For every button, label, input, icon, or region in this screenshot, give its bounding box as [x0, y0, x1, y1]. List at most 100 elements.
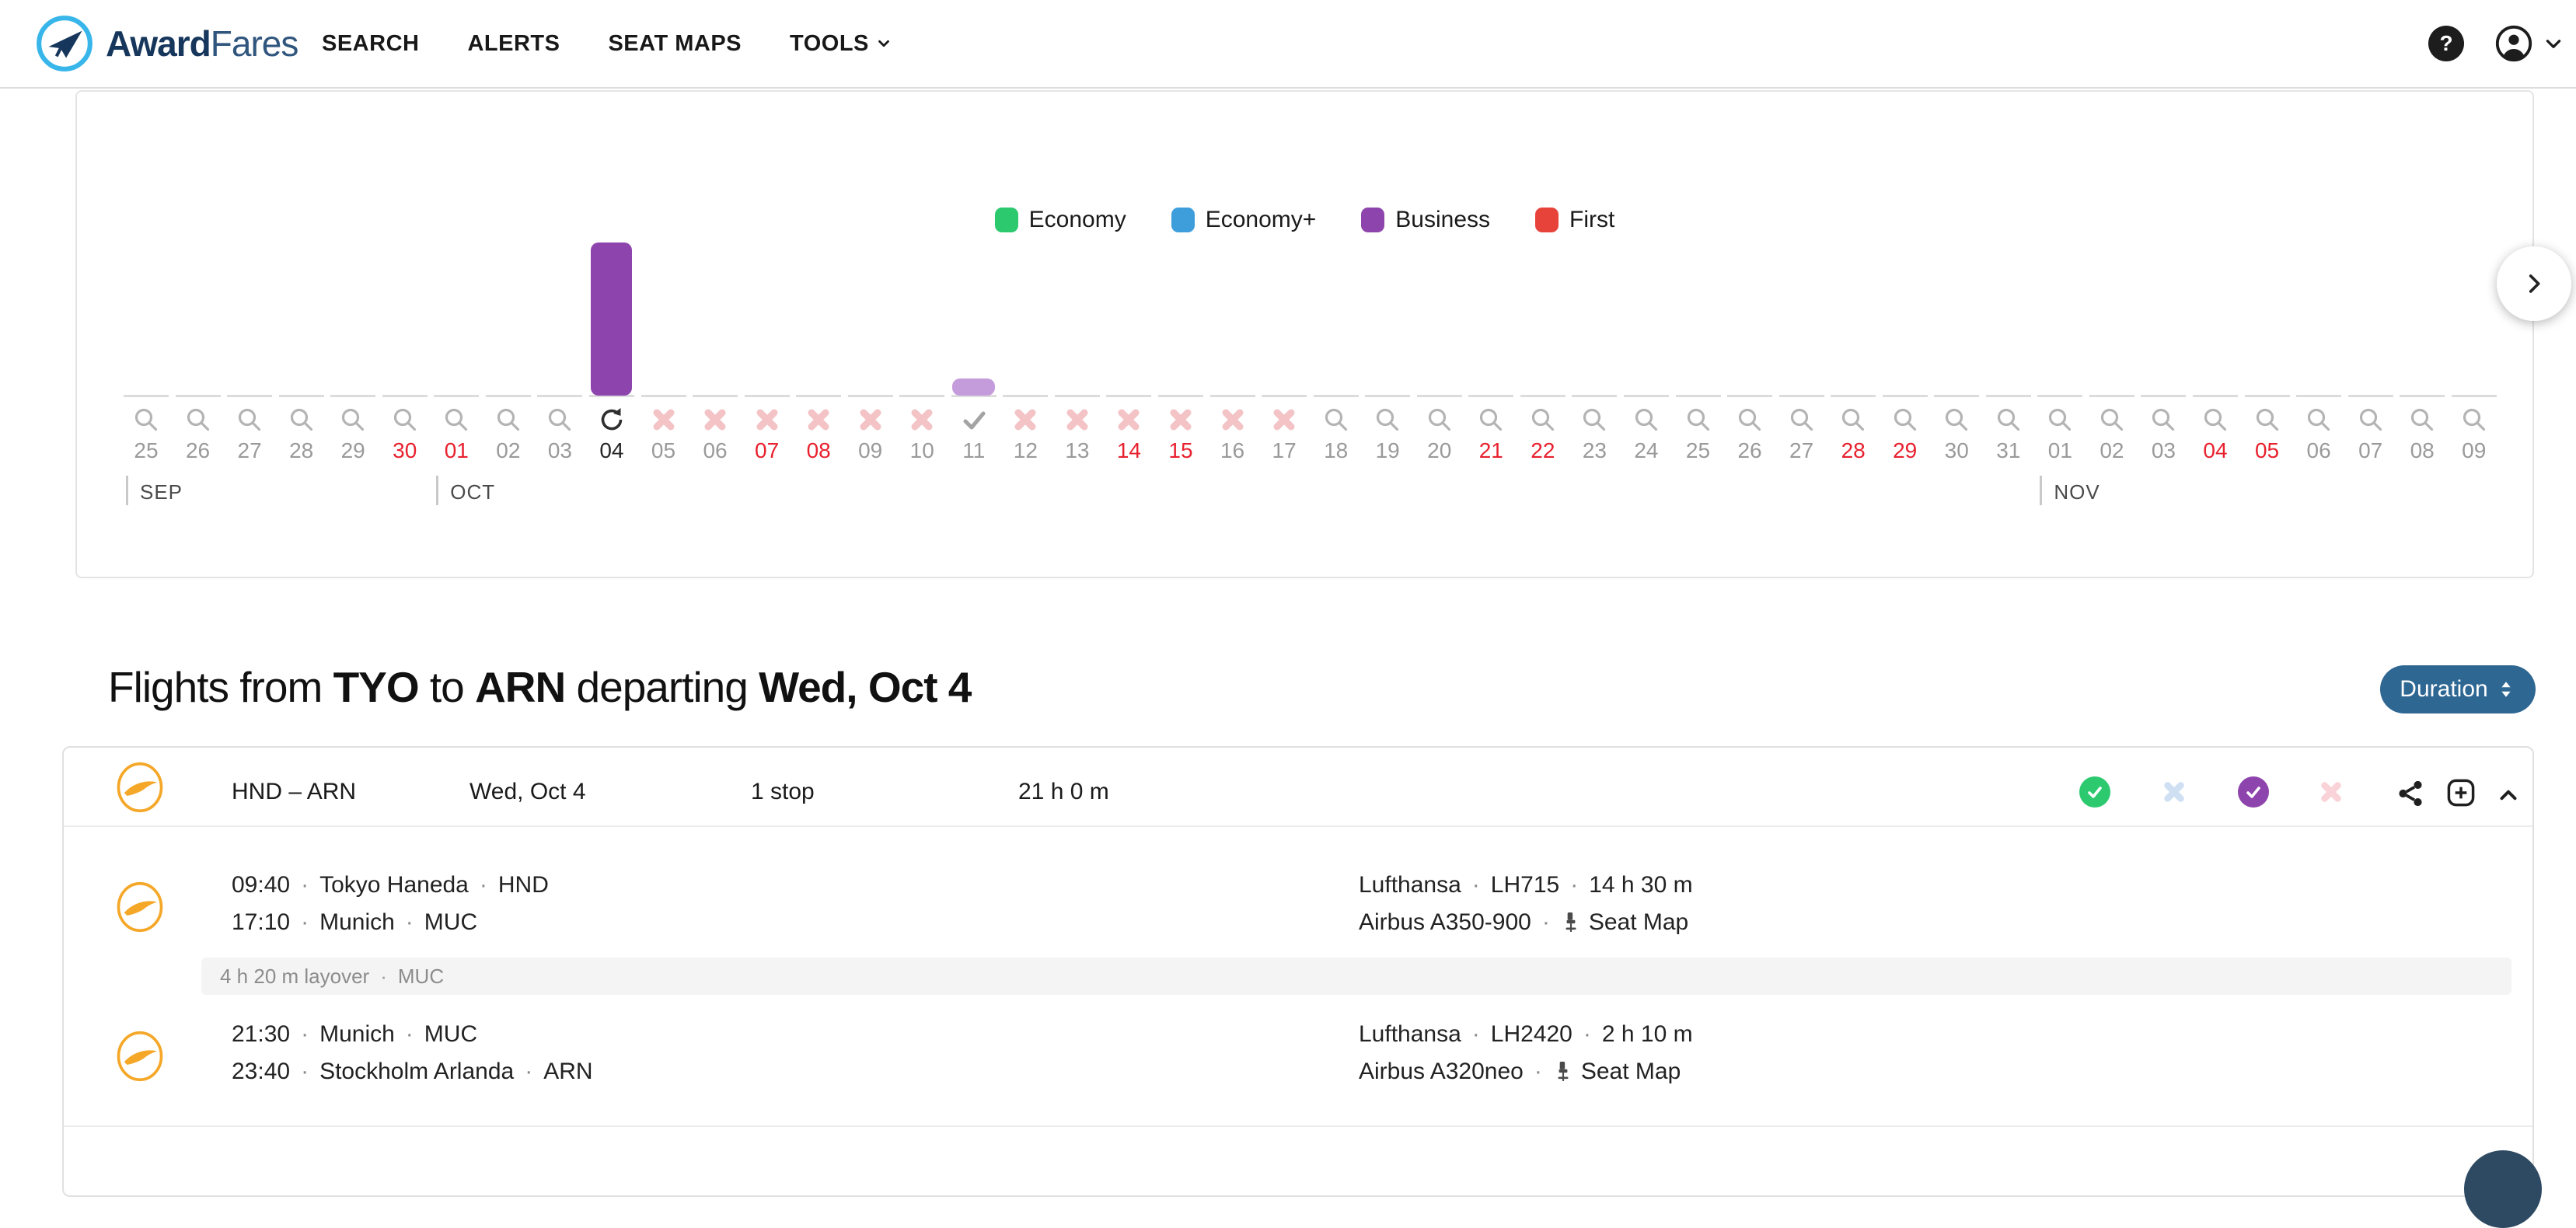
calendar-day-01[interactable]: 01 [431, 92, 482, 511]
calendar-day-25[interactable]: 25 [1673, 92, 1724, 511]
baseline-tick [641, 395, 686, 397]
calendar-day-26[interactable]: 26 [1724, 92, 1775, 511]
next-dates-button[interactable] [2497, 246, 2571, 321]
calendar-day-30[interactable]: 30 [379, 92, 431, 511]
calendar-day-21[interactable]: 21 [1465, 92, 1517, 511]
summary-date: Wed, Oct 4 [469, 779, 586, 805]
day-label: 12 [1000, 438, 1051, 463]
day-label: 26 [1724, 438, 1775, 463]
calendar-day-06[interactable]: 06 [2293, 92, 2344, 511]
calendar-day-29[interactable]: 29 [1880, 92, 1931, 511]
day-label: 23 [1569, 438, 1620, 463]
calendar-day-06[interactable]: 06 [689, 92, 741, 511]
calendar-day-28[interactable]: 28 [1827, 92, 1879, 511]
search-icon [2305, 406, 2333, 434]
seat-map-link[interactable]: Seat Map [1553, 1059, 1681, 1085]
search-icon [1322, 406, 1350, 434]
search-icon [1891, 406, 1919, 434]
economy-plus-availability-x-icon [2161, 779, 2187, 805]
calendar-day-07[interactable]: 07 [742, 92, 793, 511]
calendar-day-14[interactable]: 14 [1103, 92, 1154, 511]
month-label-oct: OCT [450, 480, 495, 504]
calendar-day-15[interactable]: 15 [1155, 92, 1206, 511]
floating-action-button[interactable] [2464, 1150, 2542, 1228]
calendar-day-17[interactable]: 17 [1258, 92, 1310, 511]
calendar-day-18[interactable]: 18 [1311, 92, 1362, 511]
calendar-day-09[interactable]: 09 [2449, 92, 2500, 511]
day-label: 17 [1258, 438, 1310, 463]
search-icon [1839, 406, 1867, 434]
help-icon[interactable]: ? [2428, 26, 2464, 61]
calendar-day-05[interactable]: 05 [638, 92, 689, 511]
awardfares-logo[interactable]: AwardFares [34, 0, 298, 87]
primary-nav: SEARCH ALERTS SEAT MAPS TOOLS [322, 0, 892, 87]
calendar-day-20[interactable]: 20 [1414, 92, 1465, 511]
summary-stops: 1 stop [751, 779, 815, 805]
seat-map-link[interactable]: Seat Map [1561, 909, 1688, 936]
search-icon [546, 406, 574, 434]
calendar-day-22[interactable]: 22 [1517, 92, 1569, 511]
x-icon [908, 406, 936, 434]
calendar-day-28[interactable]: 28 [276, 92, 327, 511]
awardfares-plane-icon [34, 13, 95, 74]
x-icon [857, 406, 885, 434]
calendar-day-19[interactable]: 19 [1362, 92, 1413, 511]
x-icon [1270, 406, 1298, 434]
day-label: 31 [1983, 438, 2034, 463]
calendar-day-27[interactable]: 27 [1776, 92, 1827, 511]
calendar-day-04[interactable]: 04 [2190, 92, 2241, 511]
x-icon [1219, 406, 1247, 434]
search-icon [1580, 406, 1608, 434]
day-label: 11 [948, 438, 1000, 463]
calendar-day-13[interactable]: 13 [1052, 92, 1103, 511]
calendar-day-10[interactable]: 10 [896, 92, 948, 511]
calendar-day-02[interactable]: 02 [2086, 92, 2138, 511]
share-icon[interactable] [2396, 779, 2425, 812]
baseline-tick [1210, 395, 1255, 397]
nav-seat-maps[interactable]: SEAT MAPS [608, 31, 742, 57]
sort-duration-button[interactable]: Duration [2380, 665, 2536, 713]
calendar-day-07[interactable]: 07 [2345, 92, 2396, 511]
calendar-day-01[interactable]: 01 [2034, 92, 2086, 511]
nav-search[interactable]: SEARCH [322, 31, 419, 57]
calendar-day-23[interactable]: 23 [1569, 92, 1620, 511]
calendar-day-26[interactable]: 26 [173, 92, 224, 511]
calendar-day-16[interactable]: 16 [1207, 92, 1258, 511]
account-menu-chevron-icon[interactable] [2543, 33, 2564, 54]
x-icon [1063, 406, 1091, 434]
baseline-tick [1779, 395, 1824, 397]
baseline-tick [1934, 395, 1979, 397]
add-to-compare-icon[interactable] [2444, 776, 2478, 814]
calendar-day-11[interactable]: 11 [948, 92, 1000, 511]
calendar-day-24[interactable]: 24 [1621, 92, 1672, 511]
baseline-tick [486, 395, 531, 397]
calendar-day-31[interactable]: 31 [1983, 92, 2034, 511]
seat-icon [1561, 911, 1581, 934]
calendar-day-30[interactable]: 30 [1931, 92, 1982, 511]
nav-alerts[interactable]: ALERTS [467, 31, 560, 57]
calendar-day-12[interactable]: 12 [1000, 92, 1051, 511]
baseline-tick [1883, 395, 1928, 397]
calendar-day-03[interactable]: 03 [2138, 92, 2189, 511]
search-icon [2201, 406, 2229, 434]
day-label: 20 [1414, 438, 1465, 463]
day-label: 18 [1311, 438, 1362, 463]
calendar-day-29[interactable]: 29 [327, 92, 379, 511]
segment-aircraft-info: Airbus A350-900· Seat Map [1359, 909, 1688, 936]
calendar-day-03[interactable]: 03 [534, 92, 585, 511]
month-tick [126, 476, 128, 505]
calendar-day-08[interactable]: 08 [793, 92, 844, 511]
layover-info: 4 h 20 m layover·MUC [201, 958, 2511, 995]
collapse-chevron-icon[interactable] [2495, 782, 2522, 812]
calendar-day-05[interactable]: 05 [2242, 92, 2293, 511]
calendar-day-25[interactable]: 25 [120, 92, 172, 511]
day-label: 26 [173, 438, 224, 463]
calendar-day-02[interactable]: 02 [483, 92, 534, 511]
day-label: 04 [2190, 438, 2241, 463]
calendar-day-27[interactable]: 27 [224, 92, 275, 511]
nav-tools[interactable]: TOOLS [790, 31, 892, 57]
account-icon[interactable] [2495, 25, 2532, 62]
day-label: 07 [742, 438, 793, 463]
calendar-day-09[interactable]: 09 [845, 92, 896, 511]
calendar-day-08[interactable]: 08 [2396, 92, 2448, 511]
